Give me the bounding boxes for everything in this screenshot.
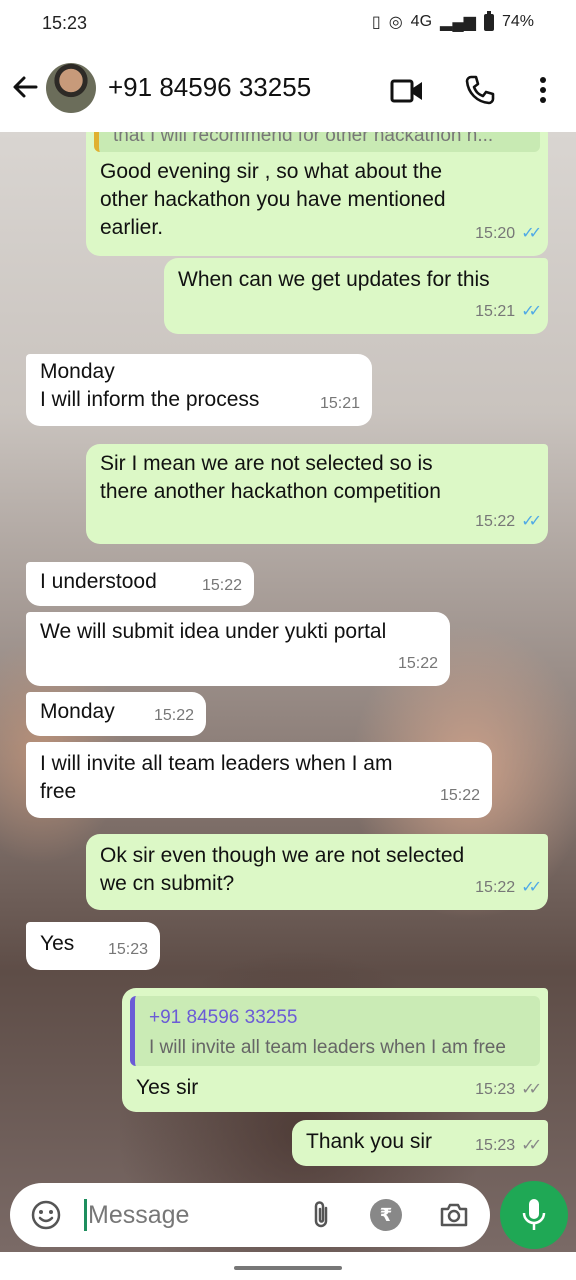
- status-time: 15:23: [42, 13, 88, 33]
- microphone-icon: [520, 1197, 548, 1233]
- chat-area[interactable]: that I will recommend for other hackatho…: [0, 132, 576, 1252]
- message-text: Yes: [40, 932, 75, 955]
- message-meta: 15:22: [201, 577, 242, 594]
- back-arrow-icon[interactable]: [10, 72, 42, 108]
- video-call-icon[interactable]: [390, 76, 424, 106]
- message-meta: 15:23 ✓✓: [475, 1132, 542, 1160]
- message-text: I understood: [40, 570, 157, 593]
- read-ticks-icon: ✓✓: [521, 879, 542, 896]
- message-text: When can we get updates for this: [178, 268, 490, 291]
- message-bubble[interactable]: that I will recommend for other hackatho…: [86, 132, 548, 256]
- home-indicator[interactable]: [234, 1266, 342, 1270]
- message-bubble[interactable]: We will submit idea under yukti portal 1…: [26, 612, 450, 686]
- chat-header: +91 84596 33255: [0, 50, 576, 132]
- message-meta: 15:23 ✓✓: [475, 1076, 542, 1104]
- message-text: Thank you sir: [306, 1130, 433, 1153]
- contact-name[interactable]: +91 84596 33255: [108, 72, 311, 103]
- system-nav-bar: [0, 1252, 576, 1280]
- message-meta: 15:21: [319, 395, 360, 412]
- message-meta: 15:22: [439, 787, 480, 804]
- delivered-ticks-icon: ✓✓: [521, 1137, 542, 1154]
- paperclip-icon[interactable]: [306, 1199, 336, 1231]
- message-input[interactable]: [88, 1197, 298, 1233]
- network-label: 4G: [410, 13, 433, 30]
- message-text: I will invite all team leaders when I am…: [40, 752, 393, 803]
- message-text: Monday I will inform the process: [40, 360, 260, 411]
- message-text: We will submit idea under yukti portal: [40, 620, 387, 643]
- message-text: Good evening sir , so what about the oth…: [100, 160, 446, 239]
- quoted-text: I will invite all team leaders when I am…: [149, 1037, 506, 1058]
- message-bubble[interactable]: Sir I mean we are not selected so is the…: [86, 444, 548, 544]
- message-bubble[interactable]: Thank you sir 15:23 ✓✓: [292, 1120, 548, 1166]
- text-cursor: [84, 1199, 87, 1231]
- vibrate-icon: ▯: [371, 14, 381, 31]
- message-meta: 15:23: [107, 941, 148, 958]
- contact-avatar[interactable]: [46, 63, 96, 113]
- message-meta: 15:22 ✓✓: [475, 874, 542, 902]
- battery-icon: [483, 10, 494, 31]
- quoted-message[interactable]: +91 84596 33255 I will invite all team l…: [130, 996, 540, 1066]
- signal-icon: ▂▄▆: [440, 14, 476, 31]
- message-bubble[interactable]: Yes 15:23: [26, 922, 160, 970]
- message-text: Ok sir even though we are not selected w…: [100, 844, 465, 895]
- message-bubble[interactable]: Monday 15:22: [26, 692, 206, 736]
- message-bubble[interactable]: I understood 15:22: [26, 562, 254, 606]
- read-ticks-icon: ✓✓: [521, 225, 542, 242]
- rupee-payment-icon[interactable]: ₹: [370, 1199, 402, 1231]
- message-meta: 15:21 ✓✓: [475, 298, 542, 326]
- message-meta: 15:20 ✓✓: [475, 220, 542, 248]
- read-ticks-icon: ✓✓: [521, 303, 542, 320]
- message-meta: 15:22 ✓✓: [475, 508, 542, 536]
- message-composer: ₹: [10, 1183, 490, 1247]
- more-options-icon[interactable]: [530, 74, 556, 106]
- message-meta: 15:22: [397, 655, 438, 672]
- quoted-message[interactable]: that I will recommend for other hackatho…: [94, 132, 540, 152]
- message-bubble[interactable]: I will invite all team leaders when I am…: [26, 742, 492, 818]
- phone-call-icon[interactable]: [464, 74, 496, 106]
- message-text: Monday: [40, 700, 115, 723]
- message-bubble[interactable]: +91 84596 33255 I will invite all team l…: [122, 988, 548, 1112]
- message-meta: 15:22: [153, 707, 194, 724]
- quoted-text: that I will recommend for other hackatho…: [113, 132, 494, 146]
- message-bubble[interactable]: When can we get updates for this 15:21 ✓✓: [164, 258, 548, 334]
- message-bubble[interactable]: Monday I will inform the process 15:21: [26, 354, 372, 426]
- read-ticks-icon: ✓✓: [521, 513, 542, 530]
- quoted-sender: +91 84596 33255: [149, 1007, 298, 1028]
- message-text: Sir I mean we are not selected so is the…: [100, 452, 441, 503]
- battery-percent: 74%: [501, 13, 534, 30]
- status-bar: 15:23 ▯ ◎ 4G ▂▄▆ 74%: [0, 0, 576, 50]
- wifi-icon: ◎: [388, 14, 403, 31]
- message-bubble[interactable]: Ok sir even though we are not selected w…: [86, 834, 548, 910]
- delivered-ticks-icon: ✓✓: [521, 1081, 542, 1098]
- camera-icon[interactable]: [438, 1199, 470, 1231]
- status-indicators: ▯ ◎ 4G ▂▄▆ 74%: [371, 10, 534, 32]
- voice-message-button[interactable]: [500, 1181, 568, 1249]
- message-text: Yes sir: [136, 1076, 199, 1099]
- emoji-icon[interactable]: [30, 1199, 62, 1231]
